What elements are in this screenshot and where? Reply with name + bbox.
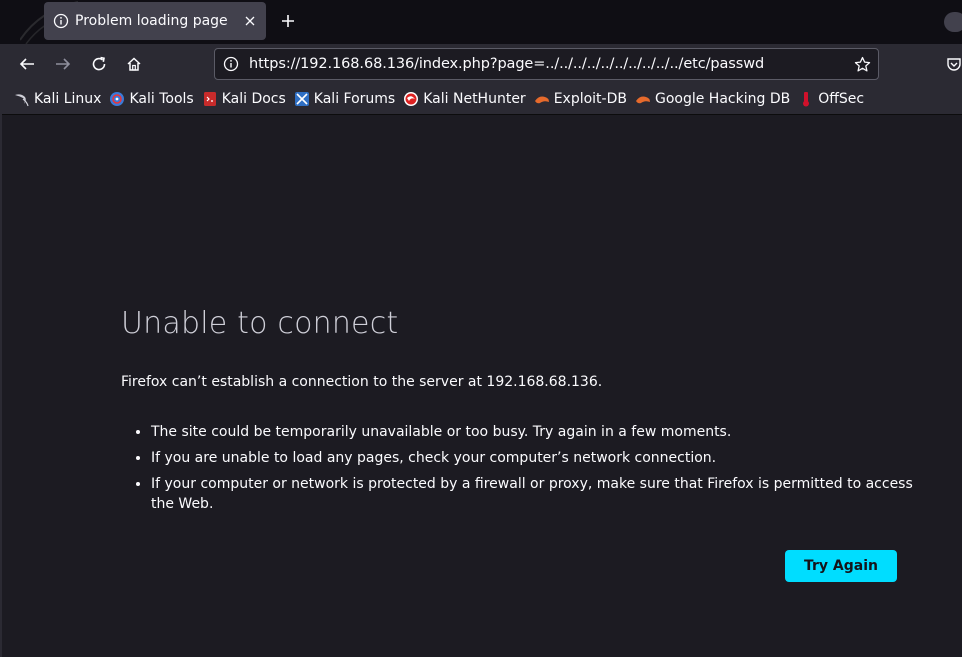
- tab-list-button[interactable]: [944, 12, 962, 32]
- error-suggestion: If your computer or network is protected…: [151, 474, 921, 514]
- back-arrow-icon: [19, 58, 34, 70]
- bookmarks-toolbar: Kali Linux Kali Tools Kali Docs Kali For…: [0, 84, 962, 115]
- bookmark-label: OffSec: [818, 91, 865, 107]
- tab-strip: Problem loading page: [0, 0, 962, 44]
- error-description: Firefox can’t establish a connection to …: [121, 374, 603, 390]
- pocket-icon[interactable]: [946, 56, 962, 72]
- bookmark-offsec[interactable]: OffSec: [798, 86, 868, 112]
- plus-icon: [282, 15, 294, 27]
- info-icon: [53, 13, 69, 29]
- error-title: Unable to connect: [121, 306, 399, 341]
- try-again-button[interactable]: Try Again: [785, 550, 897, 582]
- bookmark-google-hacking-db[interactable]: Google Hacking DB: [635, 86, 794, 112]
- site-info-icon[interactable]: [223, 56, 239, 72]
- bookmark-kali-linux[interactable]: Kali Linux: [14, 86, 105, 112]
- exploit-db-icon: [534, 96, 549, 104]
- address-bar[interactable]: https://192.168.68.136/index.php?page=..…: [214, 48, 879, 80]
- bookmark-kali-tools[interactable]: Kali Tools: [109, 86, 197, 112]
- error-suggestion: If you are unable to load any pages, che…: [151, 448, 921, 468]
- kali-forums-icon: [294, 92, 309, 106]
- home-button[interactable]: [120, 50, 148, 78]
- bookmark-label: Kali Docs: [221, 91, 286, 107]
- error-suggestions-list: The site could be temporarily unavailabl…: [131, 422, 921, 520]
- back-button[interactable]: [13, 50, 41, 78]
- tab-title: Problem loading page: [75, 13, 228, 29]
- home-icon: [127, 57, 141, 71]
- kali-tools-icon: [110, 92, 125, 106]
- bookmark-kali-docs[interactable]: Kali Docs: [202, 86, 290, 112]
- reload-button[interactable]: [85, 50, 113, 78]
- kali-docs-icon: [203, 92, 216, 106]
- forward-arrow-icon: [56, 58, 71, 70]
- ghdb-icon: [635, 96, 650, 104]
- bookmark-label: Exploit-DB: [553, 91, 627, 107]
- kali-nethunter-icon: [404, 92, 419, 106]
- new-tab-button[interactable]: [276, 8, 300, 34]
- navigation-toolbar: https://192.168.68.136/index.php?page=..…: [0, 44, 962, 84]
- bookmark-exploit-db[interactable]: Exploit-DB: [534, 86, 631, 112]
- close-tab-icon[interactable]: [238, 9, 262, 33]
- kali-dragon-icon: [15, 94, 29, 107]
- window-edge: [0, 114, 2, 657]
- bookmark-label: Google Hacking DB: [654, 91, 791, 107]
- tab-problem-loading[interactable]: Problem loading page: [44, 2, 266, 40]
- bookmark-label: Kali Tools: [129, 91, 194, 107]
- forward-button[interactable]: [49, 50, 77, 78]
- bookmark-label: Kali NetHunter: [423, 91, 526, 107]
- reload-icon: [92, 56, 106, 71]
- bookmark-label: Kali Forums: [313, 91, 396, 107]
- bookmark-star-icon[interactable]: [852, 54, 872, 74]
- bookmark-kali-nethunter[interactable]: Kali NetHunter: [403, 86, 529, 112]
- error-suggestion: The site could be temporarily unavailabl…: [151, 422, 921, 442]
- offsec-icon: [803, 92, 810, 107]
- url-text[interactable]: https://192.168.68.136/index.php?page=..…: [249, 56, 852, 72]
- bookmark-kali-forums[interactable]: Kali Forums: [294, 86, 399, 112]
- bookmark-label: Kali Linux: [34, 91, 102, 107]
